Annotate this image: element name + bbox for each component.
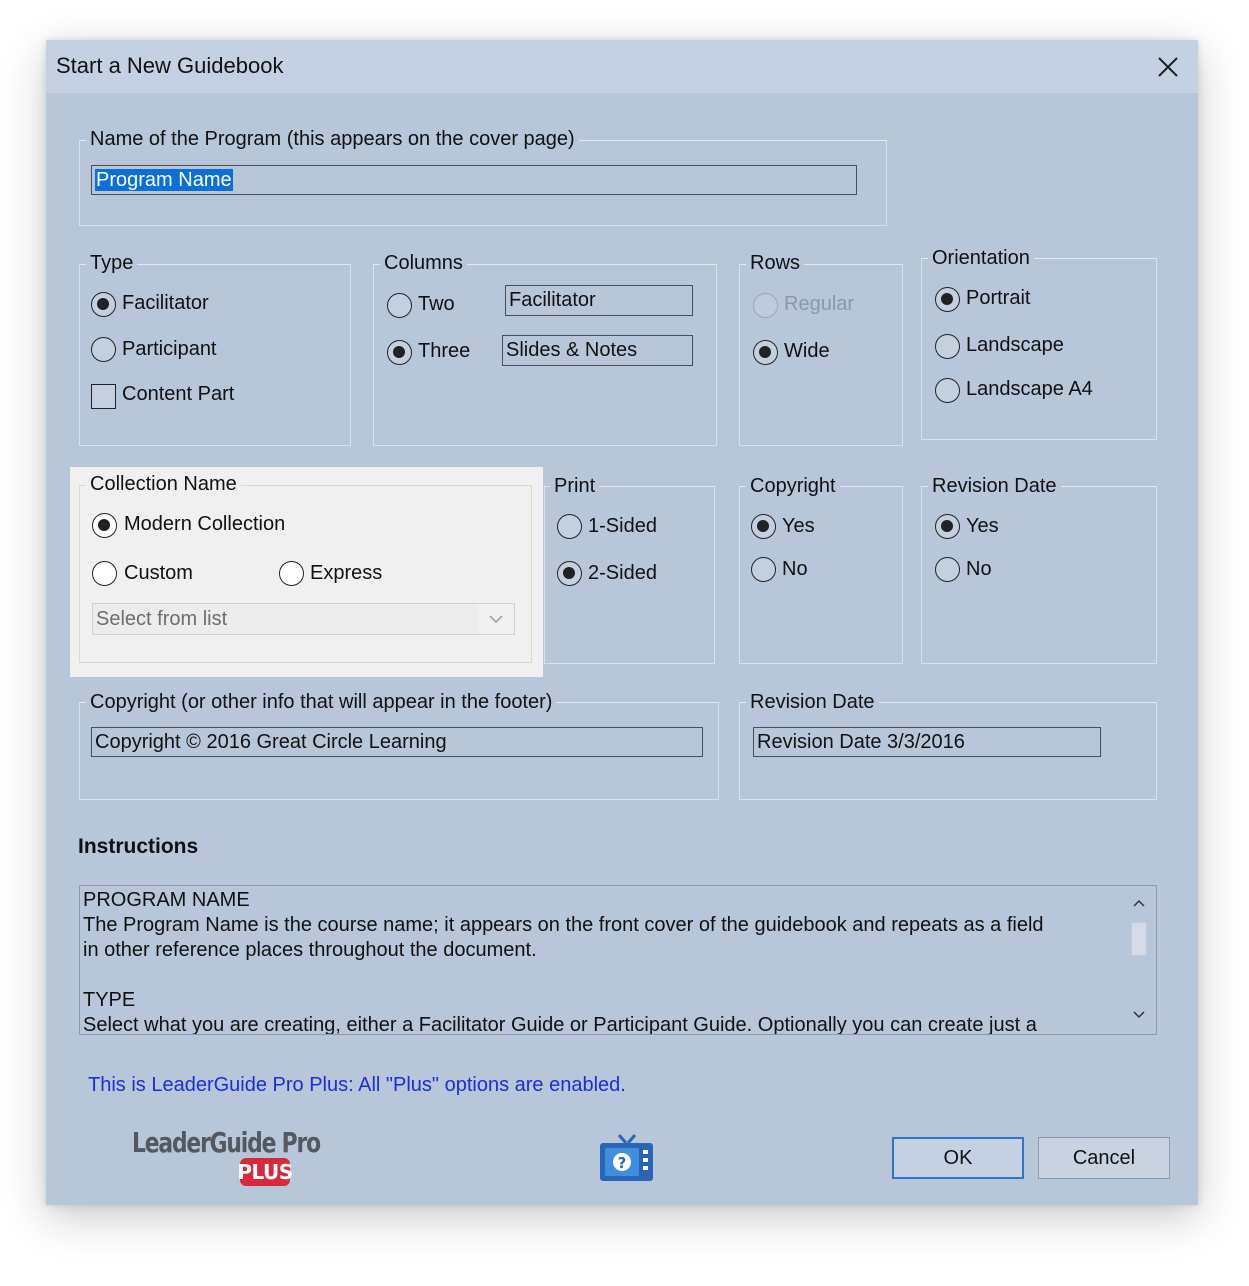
program-name-value: Program Name — [95, 169, 233, 191]
columns-three-label: Three — [418, 340, 471, 362]
print-1sided-label: 1-Sided — [588, 515, 657, 537]
dialog-title: Start a New Guidebook — [56, 53, 284, 78]
revision-no-radio[interactable] — [935, 557, 960, 582]
collection-modern-label: Modern Collection — [124, 513, 286, 535]
orientation-landscape-a4-radio[interactable] — [935, 378, 960, 403]
collection-express-label: Express — [310, 562, 383, 584]
scroll-up-button[interactable] — [1130, 894, 1148, 912]
content-part-label: Content Part — [122, 383, 235, 405]
collection-custom-radio[interactable] — [92, 561, 117, 586]
copyright-yes-label: Yes — [782, 515, 815, 537]
ok-button[interactable]: OK — [892, 1137, 1024, 1179]
instructions-line: The Program Name is the course name; it … — [83, 914, 1044, 936]
collection-legend: Collection Name — [86, 473, 241, 496]
instructions-text: PROGRAM NAME The Program Name is the cou… — [83, 888, 1121, 1035]
columns-legend: Columns — [380, 252, 467, 275]
revision-yes-radio[interactable] — [935, 514, 960, 539]
copyright-yes-radio[interactable] — [751, 514, 776, 539]
orientation-portrait-label: Portrait — [966, 287, 1031, 309]
chevron-down-icon — [1133, 1011, 1145, 1019]
print-1sided-radio[interactable] — [557, 514, 582, 539]
instructions-line: PROGRAM NAME — [83, 889, 250, 911]
orientation-legend: Orientation — [928, 247, 1034, 270]
revision-toggle-legend: Revision Date — [928, 475, 1061, 498]
columns-two-radio[interactable] — [387, 293, 412, 318]
instructions-title: Instructions — [78, 835, 199, 858]
instructions-textarea[interactable]: PROGRAM NAME The Program Name is the cou… — [79, 885, 1157, 1035]
collection-highlight-panel: Collection Name Modern Collection Custom… — [70, 467, 543, 677]
instructions-line: Select what you are creating, either a F… — [83, 1014, 1037, 1035]
collection-select-value: Select from list — [96, 608, 228, 630]
program-name-legend: Name of the Program (this appears on the… — [86, 128, 579, 151]
print-2sided-radio[interactable] — [557, 561, 582, 586]
title-bar: Start a New Guidebook — [46, 40, 1198, 93]
rows-wide-radio[interactable] — [753, 340, 778, 365]
footer-revision-input[interactable]: Revision Date 3/3/2016 — [753, 727, 1101, 757]
close-button[interactable] — [1138, 40, 1198, 93]
orientation-portrait-radio[interactable] — [935, 287, 960, 312]
footer-copyright-input[interactable]: Copyright © 2016 Great Circle Learning — [91, 727, 703, 757]
scroll-down-button[interactable] — [1130, 1006, 1148, 1024]
svg-text:?: ? — [618, 1154, 627, 1172]
footer-copyright-legend: Copyright (or other info that will appea… — [86, 691, 557, 714]
footer-revision-legend: Revision Date — [746, 691, 879, 714]
rows-legend: Rows — [746, 252, 805, 275]
content-part-checkbox[interactable] — [91, 384, 116, 409]
collection-modern-radio[interactable] — [92, 513, 117, 538]
instructions-line: in other reference places throughout the… — [83, 939, 537, 961]
print-2sided-label: 2-Sided — [588, 562, 657, 584]
orientation-landscape-label: Landscape — [966, 334, 1064, 356]
copyright-no-radio[interactable] — [751, 557, 776, 582]
orientation-landscape-radio[interactable] — [935, 334, 960, 359]
rows-wide-label: Wide — [784, 340, 830, 362]
copyright-toggle-legend: Copyright — [746, 475, 840, 498]
chevron-up-icon — [1133, 899, 1145, 907]
collection-select-arrow[interactable] — [478, 604, 514, 634]
close-icon — [1158, 56, 1178, 77]
print-legend: Print — [550, 475, 600, 498]
rows-regular-label: Regular — [784, 293, 855, 315]
columns-two-label: Two — [418, 293, 455, 315]
cancel-button[interactable]: Cancel — [1038, 1137, 1170, 1179]
instructions-line: TYPE — [83, 989, 136, 1011]
instructions-scrollbar[interactable] — [1122, 886, 1156, 1034]
instructions-line — [83, 963, 1121, 988]
orientation-landscape-a4-label: Landscape A4 — [966, 378, 1093, 400]
collection-express-radio[interactable] — [279, 561, 304, 586]
revision-no-label: No — [966, 558, 992, 580]
type-facilitator-radio[interactable] — [91, 292, 116, 317]
copyright-no-label: No — [782, 558, 808, 580]
collection-select[interactable]: Select from list — [92, 603, 515, 635]
type-facilitator-label: Facilitator — [122, 292, 209, 314]
type-participant-label: Participant — [122, 338, 217, 360]
column-two-field[interactable]: Facilitator — [505, 285, 693, 316]
new-guidebook-dialog: Start a New Guidebook Name of the Progra… — [46, 40, 1198, 1205]
rows-regular-radio[interactable] — [753, 293, 778, 318]
help-video-button[interactable]: ? — [597, 1132, 655, 1184]
type-legend: Type — [86, 252, 138, 275]
tv-help-icon: ? — [600, 1134, 653, 1181]
column-three-field[interactable]: Slides & Notes — [502, 335, 693, 366]
columns-three-radio[interactable] — [387, 340, 412, 365]
plus-note: This is LeaderGuide Pro Plus: All "Plus"… — [88, 1074, 626, 1096]
leaderguide-pro-plus-logo: LeaderGuide Pro PLUS — [132, 1126, 321, 1191]
logo-text: LeaderGuide Pro — [132, 1126, 321, 1159]
type-participant-radio[interactable] — [91, 337, 116, 362]
revision-yes-label: Yes — [966, 515, 999, 537]
collection-custom-label: Custom — [124, 562, 193, 584]
scroll-thumb[interactable] — [1131, 922, 1147, 956]
logo-plus-badge: PLUS — [237, 1158, 293, 1186]
program-name-input[interactable]: Program Name — [91, 165, 857, 195]
chevron-down-icon — [489, 615, 503, 623]
